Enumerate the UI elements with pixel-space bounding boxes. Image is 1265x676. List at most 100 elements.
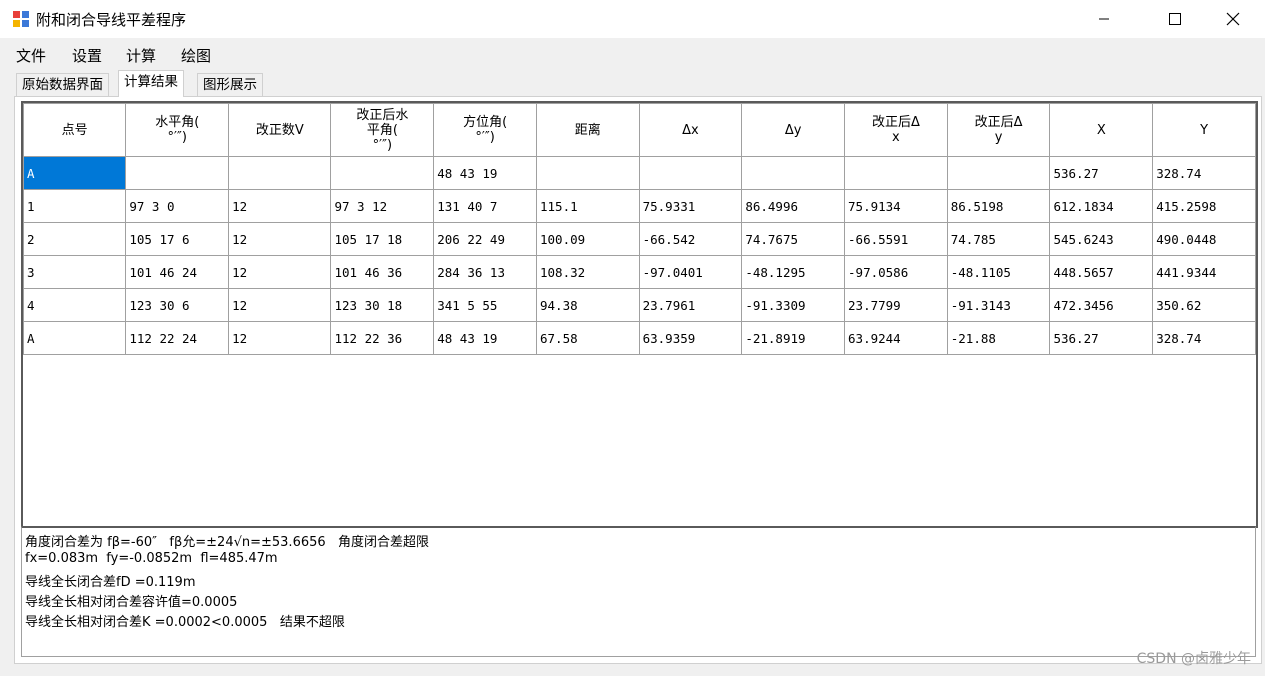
table-cell[interactable]: -21.88 <box>946 321 1051 355</box>
table-cell[interactable]: 23.7799 <box>844 288 948 322</box>
table-cell[interactable]: -48.1295 <box>741 255 846 289</box>
column-header[interactable]: 改正后水 平角( °′″) <box>330 103 435 157</box>
table-cell[interactable]: -21.8919 <box>741 321 846 355</box>
table-cell[interactable]: 112 22 36 <box>330 321 435 355</box>
table-cell[interactable]: -97.0401 <box>638 255 743 289</box>
table-cell[interactable] <box>844 156 948 190</box>
table-cell[interactable]: 350.62 <box>1152 288 1256 322</box>
column-header[interactable]: 改正后Δ x <box>844 103 948 157</box>
tab-results[interactable]: 计算结果 <box>118 70 184 97</box>
column-header[interactable]: 水平角( °′″) <box>125 103 230 157</box>
table-cell[interactable]: 490.0448 <box>1152 222 1256 256</box>
title-bar[interactable]: 附和闭合导线平差程序 <box>0 0 1265 38</box>
table-row[interactable]: 1 97 3 0 12 97 3 12 131 40 7 115.1 75.9331 86.4… <box>23 189 1256 223</box>
table-cell[interactable]: 105 17 6 <box>125 222 230 256</box>
table-cell[interactable]: 63.9359 <box>638 321 743 355</box>
tab-raw-data[interactable]: 原始数据界面 <box>16 73 109 96</box>
column-header[interactable]: Y <box>1152 103 1256 157</box>
table-cell[interactable] <box>741 156 846 190</box>
table-cell[interactable]: 472.3456 <box>1049 288 1154 322</box>
column-header[interactable]: 方位角( °′″) <box>433 103 537 157</box>
table-cell[interactable]: 74.785 <box>946 222 1051 256</box>
maximize-button[interactable] <box>1152 0 1198 38</box>
table-cell[interactable]: 75.9331 <box>638 189 743 223</box>
table-cell[interactable]: 97 3 0 <box>125 189 230 223</box>
table-cell[interactable]: 328.74 <box>1152 156 1256 190</box>
table-cell[interactable]: 12 <box>228 189 332 223</box>
table-cell[interactable]: A <box>23 156 127 190</box>
table-cell[interactable]: -66.542 <box>638 222 743 256</box>
table-cell[interactable]: 67.58 <box>536 321 640 355</box>
result-textbox[interactable]: 角度闭合差为 fβ=-60″ fβ允=±24√n=±53.6656 角度闭合差超… <box>21 526 1256 657</box>
menu-draw[interactable]: 绘图 <box>181 45 211 66</box>
table-cell[interactable]: -91.3309 <box>741 288 846 322</box>
table-cell[interactable]: 612.1834 <box>1049 189 1154 223</box>
table-cell[interactable]: 12 <box>228 255 332 289</box>
table-cell[interactable]: 536.27 <box>1049 156 1154 190</box>
column-header[interactable]: Δy <box>741 103 846 157</box>
table-cell[interactable]: 415.2598 <box>1152 189 1256 223</box>
table-cell[interactable]: 123 30 18 <box>330 288 435 322</box>
table-cell[interactable]: -91.3143 <box>946 288 1051 322</box>
table-cell[interactable] <box>228 156 332 190</box>
column-header[interactable]: 改正数V <box>228 103 332 157</box>
table-row[interactable]: 2 105 17 6 12 105 17 18 206 22 49 100.09 -66.5… <box>23 222 1256 256</box>
table-cell[interactable]: 101 46 24 <box>125 255 230 289</box>
table-cell[interactable]: 1 <box>23 189 127 223</box>
table-cell[interactable]: 3 <box>23 255 127 289</box>
tab-graphics[interactable]: 图形展示 <box>197 73 263 96</box>
table-cell[interactable]: 74.7675 <box>741 222 846 256</box>
table-cell[interactable]: 100.09 <box>536 222 640 256</box>
column-header[interactable]: 点号 <box>23 103 127 157</box>
table-cell[interactable] <box>638 156 743 190</box>
table-cell[interactable]: 86.5198 <box>946 189 1051 223</box>
menu-calculate[interactable]: 计算 <box>126 45 156 66</box>
table-cell[interactable]: 12 <box>228 321 332 355</box>
table-cell[interactable]: 328.74 <box>1152 321 1256 355</box>
table-row[interactable]: A 112 22 24 12 112 22 36 48 43 19 67.58 63.935… <box>23 321 1256 355</box>
table-cell[interactable]: A <box>23 321 127 355</box>
table-cell[interactable]: 94.38 <box>536 288 640 322</box>
column-header[interactable]: 距离 <box>536 103 640 157</box>
table-cell[interactable]: -97.0586 <box>844 255 948 289</box>
table-cell[interactable]: 101 46 36 <box>330 255 435 289</box>
table-cell[interactable]: 441.9344 <box>1152 255 1256 289</box>
table-row[interactable]: 4 123 30 6 12 123 30 18 341 5 55 94.38 23.7961… <box>23 288 1256 322</box>
table-cell[interactable]: 2 <box>23 222 127 256</box>
results-grid[interactable]: 点号 水平角( °′″) 改正数V 改正后水 平角( °′″) 方位角( °′″) 距离 Δ… <box>21 101 1258 528</box>
table-cell[interactable]: 48 43 19 <box>433 156 537 190</box>
table-cell[interactable]: 131 40 7 <box>433 189 537 223</box>
table-cell[interactable]: 97 3 12 <box>330 189 435 223</box>
minimize-button[interactable] <box>1081 0 1127 38</box>
table-cell[interactable]: 4 <box>23 288 127 322</box>
table-cell[interactable] <box>946 156 1051 190</box>
table-cell[interactable]: 23.7961 <box>638 288 743 322</box>
menu-file[interactable]: 文件 <box>16 45 46 66</box>
table-cell[interactable]: 341 5 55 <box>433 288 537 322</box>
table-cell[interactable]: 112 22 24 <box>125 321 230 355</box>
table-cell[interactable]: -66.5591 <box>844 222 948 256</box>
table-cell[interactable]: 448.5657 <box>1049 255 1154 289</box>
table-cell[interactable]: 284 36 13 <box>433 255 537 289</box>
table-cell[interactable]: 12 <box>228 288 332 322</box>
table-cell[interactable]: 12 <box>228 222 332 256</box>
table-cell[interactable]: 115.1 <box>536 189 640 223</box>
table-cell[interactable]: 123 30 6 <box>125 288 230 322</box>
table-cell[interactable]: 206 22 49 <box>433 222 537 256</box>
column-header[interactable]: Δx <box>638 103 743 157</box>
table-cell[interactable]: 48 43 19 <box>433 321 537 355</box>
table-cell[interactable]: 108.32 <box>536 255 640 289</box>
table-cell[interactable] <box>330 156 435 190</box>
table-cell[interactable]: 105 17 18 <box>330 222 435 256</box>
menu-settings[interactable]: 设置 <box>72 45 102 66</box>
table-cell[interactable] <box>536 156 640 190</box>
column-header[interactable]: 改正后Δ y <box>946 103 1051 157</box>
table-cell[interactable]: 63.9244 <box>844 321 948 355</box>
table-cell[interactable]: 86.4996 <box>741 189 846 223</box>
table-row[interactable]: 3 101 46 24 12 101 46 36 284 36 13 108.32 -97.… <box>23 255 1256 289</box>
close-button[interactable] <box>1210 0 1256 38</box>
table-cell[interactable]: 75.9134 <box>844 189 948 223</box>
table-cell[interactable]: -48.1105 <box>946 255 1051 289</box>
table-cell[interactable] <box>125 156 230 190</box>
table-row[interactable]: A 48 43 19 536.27 328.74 <box>23 156 1256 190</box>
